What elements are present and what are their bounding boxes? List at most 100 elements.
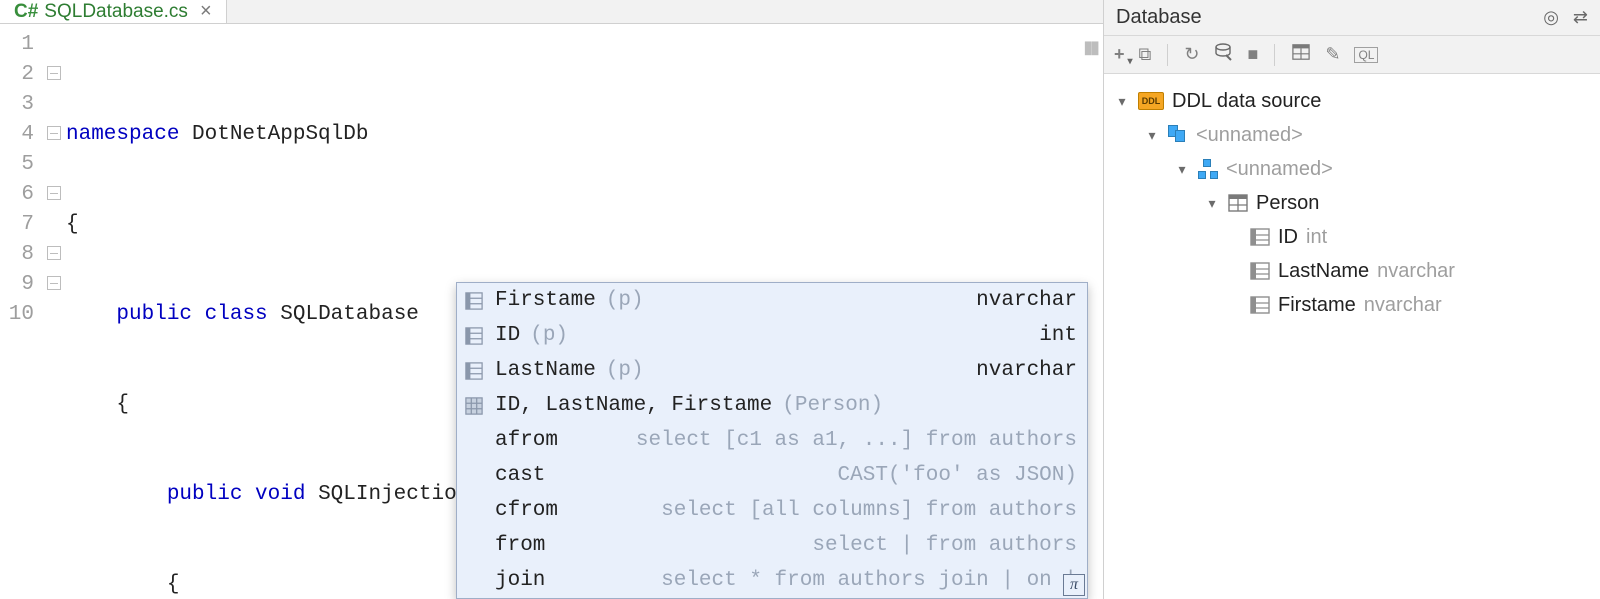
code-token: public — [116, 303, 192, 326]
split-icon[interactable]: ⇄ — [1573, 7, 1588, 28]
column-icon — [1250, 261, 1270, 281]
column-icon — [463, 292, 485, 310]
column-icon — [1250, 227, 1270, 247]
popup-item[interactable]: ID (p) int — [457, 318, 1087, 353]
fold-toggle[interactable] — [47, 66, 61, 80]
line-number: 5 — [0, 150, 46, 180]
code-token: void — [242, 483, 305, 506]
sql-console-button[interactable]: QL — [1354, 47, 1378, 63]
tree-node-table[interactable]: ▾ Person — [1110, 186, 1594, 220]
pause-icon: ▮▮ — [1083, 32, 1097, 62]
tree-node-column[interactable]: Firstame nvarchar — [1110, 288, 1594, 322]
popup-item-type: int — [1039, 321, 1077, 351]
popup-item[interactable]: afrom select [c1 as a1, ...] from author… — [457, 423, 1087, 458]
line-number: 1 — [0, 30, 46, 60]
fold-toggle[interactable] — [47, 186, 61, 200]
database-panel: Database ◎ ⇄ +▾ ⧉ ↻ ■ ✎ QL ▾ DDL DDL d — [1104, 0, 1600, 599]
tree-type: nvarchar — [1377, 260, 1455, 283]
popup-item-name: afrom — [495, 426, 558, 456]
fold-toggle[interactable] — [47, 276, 61, 290]
table-view-button[interactable] — [1291, 43, 1311, 66]
line-number: 8 — [0, 240, 46, 270]
tree-node-schema[interactable]: ▾ <unnamed> — [1110, 118, 1594, 152]
popup-item-name: cast — [495, 461, 545, 491]
editor-tab[interactable]: C# SQLDatabase.cs × — [0, 0, 227, 23]
code-token: { — [116, 393, 129, 416]
columns-icon — [463, 397, 485, 415]
tree-type: int — [1306, 226, 1327, 249]
popup-item-alias: (p) — [606, 286, 644, 316]
popup-item-hint: select [c1 as a1, ...] from authors — [636, 426, 1077, 456]
line-number: 6 — [0, 180, 46, 210]
target-icon[interactable]: ◎ — [1543, 7, 1559, 28]
popup-item[interactable]: from select | from authors — [457, 528, 1087, 563]
code-token: { — [167, 573, 180, 596]
popup-item-hint: CAST('foo' as JSON) — [838, 461, 1077, 491]
tree-label: LastName — [1278, 260, 1369, 283]
table-icon — [1228, 193, 1248, 213]
tree-node-column[interactable]: LastName nvarchar — [1110, 254, 1594, 288]
editor-body[interactable]: 1 2 3 4 5 6 7 8 9 10 ▮▮ namespace DotNe — [0, 24, 1103, 599]
popup-item-hint: select [all columns] from authors — [661, 496, 1077, 526]
chevron-down-icon[interactable]: ▾ — [1174, 161, 1190, 178]
code-token: SQLDatabase — [268, 303, 419, 326]
popup-item-type: nvarchar — [976, 286, 1077, 316]
popup-item[interactable]: cast CAST('foo' as JSON) — [457, 458, 1087, 493]
line-number: 7 — [0, 210, 46, 240]
popup-item-name: Firstame — [495, 286, 596, 316]
refresh-button[interactable]: ↻ — [1184, 44, 1199, 65]
popup-item[interactable]: cfrom select [all columns] from authors — [457, 493, 1087, 528]
chevron-down-icon[interactable]: ▾ — [1144, 127, 1160, 144]
popup-item-hint: select | from authors — [812, 531, 1077, 561]
code-token: DotNetAppSqlDb — [179, 123, 368, 146]
popup-item-name: cfrom — [495, 496, 558, 526]
line-number: 2 — [0, 60, 46, 90]
database-tree[interactable]: ▾ DDL DDL data source ▾ <unnamed> ▾ <unn… — [1104, 74, 1600, 599]
popup-item-name: ID, LastName, Firstame — [495, 391, 772, 421]
stop-button[interactable]: ■ — [1247, 44, 1258, 65]
line-number: 3 — [0, 90, 46, 120]
code-token: class — [192, 303, 268, 326]
code-token: { — [66, 213, 79, 236]
chevron-down-icon[interactable]: ▾ — [1204, 195, 1220, 212]
add-button[interactable]: +▾ — [1114, 44, 1125, 65]
structure-icon — [1198, 159, 1218, 179]
popup-item-name: join — [495, 566, 545, 596]
tab-bar: C# SQLDatabase.cs × — [0, 0, 1103, 24]
tree-node-column[interactable]: ID int — [1110, 220, 1594, 254]
copy-button[interactable]: ⧉ — [1139, 44, 1152, 65]
popup-item-hint: select * from authors join | on | — [661, 566, 1077, 596]
column-icon — [463, 362, 485, 380]
popup-item-name: ID — [495, 321, 520, 351]
tree-label: <unnamed> — [1226, 158, 1333, 181]
line-number: 4 — [0, 120, 46, 150]
tree-type: nvarchar — [1364, 294, 1442, 317]
fold-toggle[interactable] — [47, 246, 61, 260]
chevron-down-icon[interactable]: ▾ — [1114, 93, 1130, 110]
popup-item[interactable]: Firstame (p) nvarchar — [457, 283, 1087, 318]
autocomplete-popup: Firstame (p) nvarchar ID (p) int LastNam… — [456, 282, 1088, 599]
pi-icon[interactable]: π — [1063, 574, 1085, 596]
ddl-icon: DDL — [1138, 92, 1164, 110]
tree-node-datasource[interactable]: ▾ DDL DDL data source — [1110, 84, 1594, 118]
database-toolbar: +▾ ⧉ ↻ ■ ✎ QL — [1104, 36, 1600, 74]
tree-node-subschema[interactable]: ▾ <unnamed> — [1110, 152, 1594, 186]
popup-item-name: from — [495, 531, 545, 561]
line-number: 9 — [0, 270, 46, 300]
tree-label: DDL data source — [1172, 90, 1321, 113]
fold-toggle[interactable] — [47, 126, 61, 140]
schema-icon — [1168, 125, 1188, 145]
tree-label: Firstame — [1278, 294, 1356, 317]
popup-item[interactable]: join select * from authors join | on | — [457, 563, 1087, 598]
editor-pane: C# SQLDatabase.cs × 1 2 3 4 5 6 7 8 9 10 — [0, 0, 1104, 599]
popup-item[interactable]: ID, LastName, Firstame (Person) — [457, 388, 1087, 423]
column-icon — [1250, 295, 1270, 315]
line-gutter: 1 2 3 4 5 6 7 8 9 10 — [0, 24, 46, 599]
close-icon[interactable]: × — [200, 0, 212, 23]
popup-item[interactable]: LastName (p) nvarchar — [457, 353, 1087, 388]
settings-button[interactable] — [1213, 42, 1233, 67]
line-number: 10 — [0, 300, 46, 330]
tree-label: <unnamed> — [1196, 124, 1303, 147]
csharp-icon: C# — [14, 1, 38, 23]
edit-button[interactable]: ✎ — [1325, 44, 1340, 65]
